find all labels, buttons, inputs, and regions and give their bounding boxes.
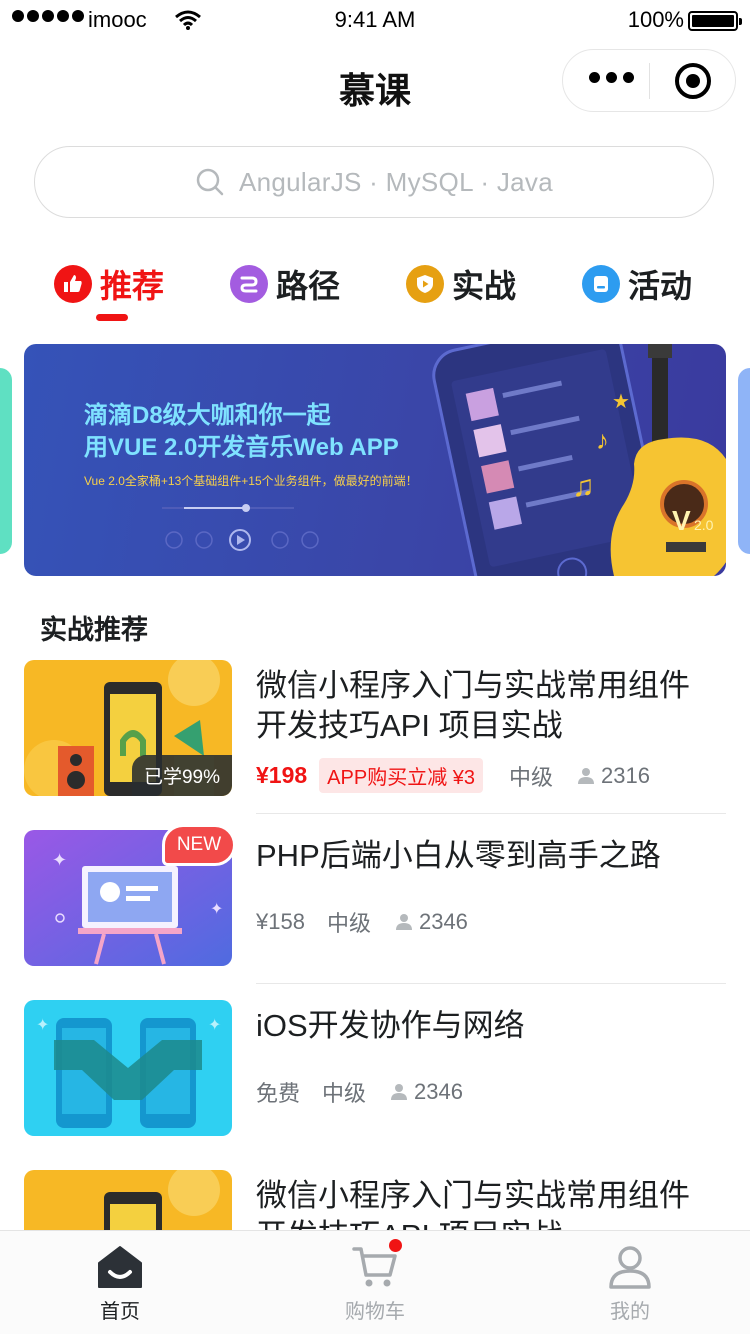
search-bar[interactable]: AngularJS · MySQL · Java	[34, 146, 714, 218]
course-price: 免费	[256, 1081, 301, 1106]
close-miniprogram-icon[interactable]	[675, 63, 711, 99]
svg-text:★: ★	[612, 391, 630, 413]
section-title: 实战推荐	[40, 615, 148, 645]
student-count: 2316	[577, 763, 650, 789]
thumbs-up-icon	[54, 265, 92, 303]
path-icon	[230, 265, 268, 303]
list-divider	[256, 813, 726, 814]
category-tabs: 推荐 路径 实战 活动	[0, 256, 750, 326]
svg-text:✦: ✦	[52, 850, 67, 870]
course-level: 中级	[326, 911, 371, 936]
tabbar-cart[interactable]: 购物车	[315, 1239, 435, 1324]
learned-progress-badge: 已学99%	[131, 755, 232, 796]
banner-title-line1: 滴滴D8级大咖和你一起	[84, 402, 331, 429]
svg-text:♫: ♫	[572, 470, 595, 503]
home-icon	[98, 1246, 142, 1288]
tabbar-label: 我的	[610, 1301, 650, 1323]
search-icon	[196, 168, 224, 196]
banner-title: 滴滴D8级大咖和你一起 用VUE 2.0开发音乐Web APP	[84, 400, 399, 464]
banner-slide[interactable]: ♪ ♫ ★ V 2.0 滴滴D8级大咖和你一起 用VUE 2.0开发音乐Web …	[24, 344, 726, 576]
mini-program-capsule	[562, 49, 736, 112]
course-thumbnail	[24, 1170, 232, 1230]
course-meta: ¥158 中级 2346	[256, 906, 468, 938]
activity-icon	[582, 265, 620, 303]
banner-subtitle: Vue 2.0全家桶+13个基础组件+15个业务组件，做最好的前端！	[84, 474, 418, 488]
user-icon	[609, 1246, 651, 1289]
more-options-icon[interactable]	[589, 72, 634, 83]
svg-text:✦: ✦	[208, 1017, 221, 1034]
course-title: iOS开发协作与网络	[256, 1008, 525, 1043]
list-item[interactable]: 微信小程序入门与实战常用组件开发技巧API 项目实战	[0, 1170, 750, 1230]
student-count: 2346	[390, 1079, 463, 1105]
course-list: 已学99% 微信小程序入门与实战常用组件开发技巧API 项目实战 ¥198 AP…	[0, 660, 750, 1230]
tabbar-profile[interactable]: 我的	[570, 1245, 690, 1324]
bottom-tab-bar: 首页 购物车 我的	[0, 1230, 750, 1334]
active-tab-indicator	[96, 314, 128, 321]
student-count-value: 2316	[601, 762, 650, 788]
svg-text:2.0: 2.0	[694, 517, 714, 533]
course-price: ¥198	[256, 762, 308, 788]
student-count: 2346	[395, 909, 468, 935]
course-price: ¥158	[256, 909, 305, 934]
user-icon	[395, 914, 412, 930]
tab-label: 推荐	[100, 268, 165, 304]
course-thumbnail: ✦ ✦	[24, 1000, 232, 1136]
tab-label: 实战	[452, 268, 517, 304]
banner-title-line2: 用VUE 2.0开发音乐Web APP	[84, 434, 399, 461]
tab-label: 路径	[276, 268, 341, 304]
course-thumbnail: 已学99%	[24, 660, 232, 796]
carousel-prev-slide[interactable]	[0, 368, 12, 554]
course-meta: ¥198 APP购买立减 ¥3 中级 2316	[256, 758, 650, 793]
course-title: 微信小程序入门与实战常用组件开发技巧API 项目实战	[256, 668, 690, 743]
cart-icon	[352, 1247, 397, 1287]
svg-text:✦: ✦	[36, 1017, 49, 1034]
course-level: 中级	[509, 764, 554, 790]
course-title: 微信小程序入门与实战常用组件开发技巧API 项目实战	[256, 1178, 690, 1230]
list-divider	[256, 983, 726, 984]
promo-tag: APP购买立减 ¥3	[319, 758, 483, 793]
user-icon	[391, 1084, 408, 1100]
course-level: 中级	[322, 1081, 367, 1106]
list-item[interactable]: ✦ ✦ iOS开发协作与网络 免费 中级 2346	[0, 1000, 750, 1170]
student-count-value: 2346	[414, 1079, 463, 1104]
tab-path[interactable]: 路径	[230, 256, 340, 312]
svg-text:✦: ✦	[210, 901, 223, 918]
battery-percent: 100%	[627, 7, 684, 32]
search-placeholder: AngularJS · MySQL · Java	[238, 166, 553, 197]
status-bar: imooc 9:41 AM 100%	[0, 0, 750, 40]
tab-practice[interactable]: 实战	[406, 256, 516, 312]
tabbar-home[interactable]: 首页	[60, 1245, 180, 1324]
play-shield-icon	[406, 265, 444, 303]
user-icon	[578, 767, 595, 784]
course-meta: 免费 中级 2346	[256, 1076, 463, 1108]
tabbar-label: 首页	[100, 1301, 140, 1323]
list-item[interactable]: ✦ ✦ NEW PHP后端小白从零到高手之路 ¥158 中级 2346	[0, 824, 750, 1000]
carousel-next-slide[interactable]	[738, 368, 750, 554]
capsule-divider	[649, 63, 650, 99]
new-badge: NEW	[162, 824, 236, 866]
mini-program-cover-image	[24, 1170, 232, 1230]
cart-notification-dot	[389, 1239, 402, 1252]
student-count-value: 2346	[418, 909, 468, 934]
course-title: PHP后端小白从零到高手之路	[256, 838, 661, 873]
battery-icon	[688, 11, 742, 31]
tab-activity[interactable]: 活动	[582, 256, 692, 312]
svg-text:♪: ♪	[596, 425, 609, 455]
ios-cover-image: ✦ ✦	[24, 1000, 232, 1136]
tab-recommend[interactable]: 推荐	[54, 256, 164, 312]
tabbar-label: 购物车	[345, 1301, 405, 1323]
tab-label: 活动	[628, 268, 693, 304]
svg-text:V: V	[672, 505, 691, 536]
list-item[interactable]: 已学99% 微信小程序入门与实战常用组件开发技巧API 项目实战 ¥198 AP…	[0, 660, 750, 830]
